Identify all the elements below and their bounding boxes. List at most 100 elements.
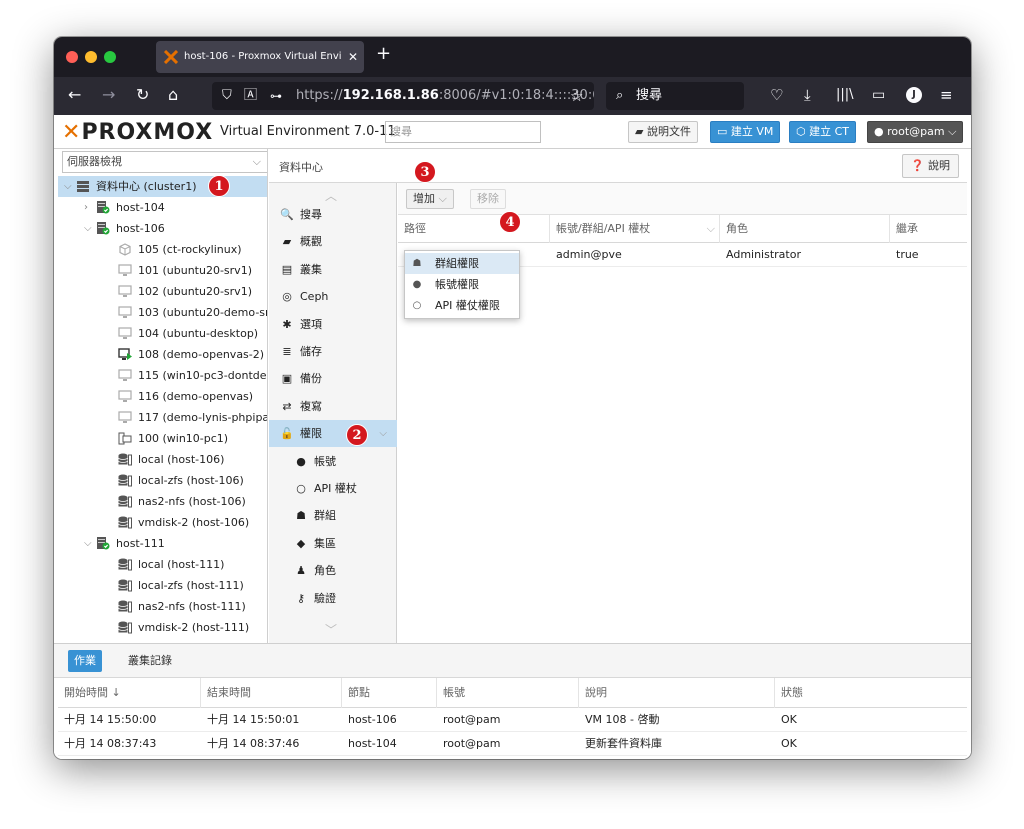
tree-item[interactable]: ⌵ host-111 xyxy=(58,533,267,554)
menu-item[interactable]: 🔓 權限 ⌵ xyxy=(269,420,397,448)
tree-item[interactable]: 103 (ubuntu20-demo-src) xyxy=(58,302,267,323)
home-icon[interactable]: ⌂ xyxy=(168,85,178,105)
user-menu-button[interactable]: ● root@pam ⌵ xyxy=(867,121,964,143)
product-version: Virtual Environment 7.0-11 xyxy=(220,124,396,139)
column-header-description[interactable]: 說明 xyxy=(579,678,775,708)
tree-item[interactable]: › host-104 xyxy=(58,197,267,218)
permissions-grid-header: 路徑 帳號/群組/API 權杖 ⌵ 角色 繼承 xyxy=(398,215,967,243)
create-vm-button[interactable]: ▭ 建立 VM xyxy=(710,121,781,143)
close-tab-icon[interactable]: ✕ xyxy=(348,41,358,73)
column-header-path[interactable]: 路徑 xyxy=(398,215,550,243)
shield-icon[interactable]: ⛉ xyxy=(222,82,232,110)
cell-node: host-106 xyxy=(348,713,397,726)
table-row[interactable]: 十月 14 15:50:00 十月 14 15:50:01 host-106 root… xyxy=(58,708,967,732)
menu-item[interactable]: ☗ 群組 xyxy=(269,502,397,529)
tree-item[interactable]: 101 (ubuntu20-srv1) xyxy=(58,260,267,281)
tree-item[interactable]: local (host-106) xyxy=(58,449,267,470)
bookmark-star-icon[interactable]: ☆ xyxy=(570,86,583,106)
column-header-user[interactable]: 帳號/群組/API 權杖 ⌵ xyxy=(550,215,720,243)
add-menu-item[interactable]: ● 帳號權限 xyxy=(405,274,519,295)
zoom-window-button[interactable] xyxy=(104,51,116,63)
tree-item[interactable]: nas2-nfs (host-106) xyxy=(58,491,267,512)
column-header-start[interactable]: 開始時間 ↓ xyxy=(58,678,201,708)
tree-item-label: 117 (demo-lynis-phpipam xyxy=(138,411,268,424)
add-button[interactable]: 增加 ⌵ xyxy=(406,189,454,209)
menu-item[interactable]: ○ API 權杖 xyxy=(269,475,397,502)
menu-item[interactable]: ♟ 角色 xyxy=(269,557,397,584)
library-icon[interactable]: |||\ xyxy=(836,85,854,105)
forward-icon[interactable]: → xyxy=(102,85,115,105)
create-ct-button[interactable]: ⬡ 建立 CT xyxy=(789,121,857,143)
add-menu-item[interactable]: ○ API 權仗權限 xyxy=(405,295,519,316)
column-header-node[interactable]: 節點 xyxy=(342,678,437,708)
docs-button[interactable]: ▰ 說明文件 xyxy=(628,121,698,143)
column-header-propagate[interactable]: 繼承 xyxy=(890,215,967,243)
browser-tab[interactable]: host-106 - Proxmox Virtual Envi ✕ xyxy=(156,41,364,73)
url-bar[interactable]: ⛉ 🄰 ⊶ https://192.168.1.86:8006/#v1:0:18… xyxy=(212,82,594,110)
tree-item[interactable]: ⌵ 資料中心 (cluster1) xyxy=(58,176,267,197)
sidebar-icon[interactable]: ▭ xyxy=(872,85,885,105)
menu-item[interactable]: ◎ Ceph xyxy=(269,283,397,310)
tree-item[interactable]: 117 (demo-lynis-phpipam xyxy=(58,407,268,428)
cell-status: OK xyxy=(781,737,797,750)
expand-chevron-icon[interactable]: › xyxy=(84,197,88,218)
menu-item[interactable]: ✱ 選項 xyxy=(269,311,397,338)
permissions-icon[interactable]: 🄰 xyxy=(244,82,257,110)
tree-item[interactable]: nas2-nfs (host-111) xyxy=(58,596,267,617)
browser-search-box[interactable]: ⌕ 搜尋 xyxy=(606,82,744,110)
pocket-icon[interactable]: ♡ xyxy=(770,85,783,105)
key-icon[interactable]: ⊶ xyxy=(270,82,282,110)
menu-item[interactable]: ⚷ 驗證 xyxy=(269,585,397,612)
tree-item[interactable]: 100 (win10-pc1) xyxy=(58,428,267,449)
account-avatar[interactable]: J xyxy=(906,87,922,103)
view-selector[interactable]: 伺服器檢視 ⌵ xyxy=(62,151,267,173)
tree-item[interactable]: local (host-111) xyxy=(58,554,267,575)
add-menu-item[interactable]: ☗ 群組權限 xyxy=(405,253,519,274)
template-icon xyxy=(118,432,132,445)
menu-item[interactable]: 🔍 搜尋 xyxy=(269,201,397,228)
tags-icon: ◆ xyxy=(296,536,306,550)
column-header-end[interactable]: 結束時間 xyxy=(201,678,342,708)
cell-user: root@pam xyxy=(443,737,501,750)
downloads-icon[interactable]: ⤓ xyxy=(804,85,811,105)
tree-item[interactable]: local-zfs (host-106) xyxy=(58,470,267,491)
reload-icon[interactable]: ↻ xyxy=(136,85,149,105)
tree-item[interactable]: 104 (ubuntu-desktop) xyxy=(58,323,267,344)
tab-cluster-log[interactable]: 叢集記錄 xyxy=(122,650,178,672)
close-window-button[interactable] xyxy=(66,51,78,63)
tree-item[interactable]: 116 (demo-openvas) xyxy=(58,386,267,407)
column-header-status[interactable]: 狀態 xyxy=(775,678,967,708)
resource-tree: ⌵ 資料中心 (cluster1) › host-104 ⌵ host-106 105 (c… xyxy=(58,176,268,638)
collapse-chevron-icon[interactable]: ⌵ xyxy=(84,218,92,239)
tree-item[interactable]: ⌵ host-106 xyxy=(58,218,267,239)
tree-item[interactable]: vmdisk-2 (host-106) xyxy=(58,512,267,533)
collapse-chevron-icon[interactable]: ⌵ xyxy=(84,533,92,554)
menu-item[interactable]: ◆ 集區 xyxy=(269,530,397,557)
tree-item[interactable]: 108 (demo-openvas-2) xyxy=(58,344,267,365)
menu-item[interactable]: ▤ 叢集 xyxy=(269,256,397,283)
tab-tasks[interactable]: 作業 xyxy=(68,650,102,672)
minimize-window-button[interactable] xyxy=(85,51,97,63)
scroll-down-icon[interactable]: ﹀ xyxy=(325,621,337,638)
menu-icon[interactable]: ≡ xyxy=(940,85,953,105)
tree-item[interactable]: 115 (win10-pc3-dontdel) xyxy=(58,365,267,386)
menu-item[interactable]: ≣ 儲存 xyxy=(269,338,397,365)
menu-item[interactable]: ⇄ 複寫 xyxy=(269,393,397,420)
collapse-chevron-icon[interactable]: ⌵ xyxy=(64,176,72,197)
menu-item[interactable]: ● 帳號 xyxy=(269,448,397,475)
url-text[interactable]: https://192.168.1.86:8006/#v1:0:18:4::::… xyxy=(296,82,594,110)
tree-item[interactable]: 102 (ubuntu20-srv1) xyxy=(58,281,267,302)
back-icon[interactable]: ← xyxy=(68,85,81,105)
table-row[interactable]: 十月 14 08:37:43 十月 14 08:37:46 host-104 root… xyxy=(58,732,967,756)
help-button[interactable]: ❓ 說明 xyxy=(901,154,959,178)
column-header-role[interactable]: 角色 xyxy=(720,215,890,243)
tree-item[interactable]: 105 (ct-rockylinux) xyxy=(58,239,267,260)
tree-item[interactable]: local-zfs (host-111) xyxy=(58,575,267,596)
tree-item[interactable]: vmdisk-2 (host-111) xyxy=(58,617,267,638)
header-search-input[interactable]: 搜尋 xyxy=(385,121,541,143)
menu-item[interactable]: ▰ 概觀 xyxy=(269,228,397,255)
new-tab-icon[interactable]: + xyxy=(376,43,391,64)
menu-item[interactable]: ▣ 備份 xyxy=(269,365,397,392)
remove-button[interactable]: 移除 xyxy=(470,189,506,209)
column-header-user[interactable]: 帳號 xyxy=(437,678,579,708)
